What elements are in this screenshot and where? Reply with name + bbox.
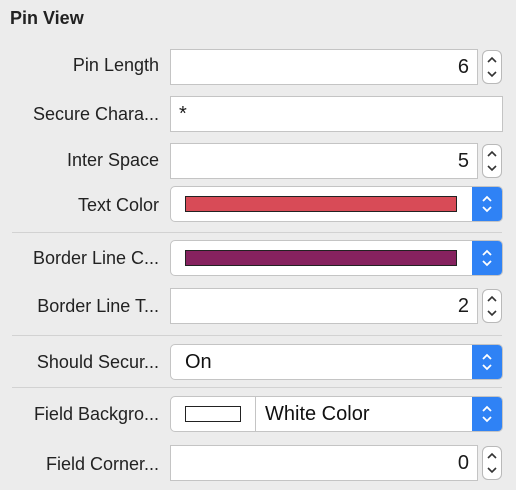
should-secure-label: Should Secur... (36, 352, 159, 372)
pin-length-field[interactable]: 6 (170, 49, 478, 85)
should-secure-value: On (185, 351, 212, 373)
text-color-popup[interactable] (170, 186, 503, 222)
field-corner-field[interactable]: 0 (170, 445, 478, 481)
border-line-color-swatch (185, 250, 457, 266)
inter-space-stepper[interactable] (482, 144, 502, 178)
stepper-up-icon[interactable] (483, 51, 501, 67)
inter-space-label: Inter Space (66, 150, 159, 170)
secure-character-field[interactable]: * (170, 96, 503, 132)
should-secure-popup[interactable]: On (170, 344, 503, 380)
stepper-down-icon[interactable] (483, 463, 501, 479)
popup-divider (255, 397, 256, 431)
field-background-swatch (185, 406, 241, 422)
border-line-thickness-field[interactable]: 2 (170, 288, 478, 324)
text-color-label: Text Color (77, 195, 159, 215)
stepper-up-icon[interactable] (483, 447, 501, 463)
field-corner-stepper[interactable] (482, 446, 502, 480)
stepper-up-icon[interactable] (483, 290, 501, 306)
inter-space-field[interactable]: 5 (170, 143, 478, 179)
stepper-up-icon[interactable] (483, 145, 501, 161)
divider (12, 387, 502, 388)
popup-arrows-icon[interactable] (472, 241, 502, 275)
secure-character-label: Secure Chara... (32, 104, 159, 124)
stepper-down-icon[interactable] (483, 67, 501, 83)
popup-arrows-icon[interactable] (472, 187, 502, 221)
field-corner-label: Field Corner... (45, 454, 159, 474)
stepper-down-icon[interactable] (483, 161, 501, 177)
pin-length-stepper[interactable] (482, 50, 502, 84)
field-background-value: White Color (265, 403, 370, 425)
pin-length-label: Pin Length (72, 55, 159, 75)
section-title: Pin View (10, 8, 84, 28)
border-line-thickness-stepper[interactable] (482, 289, 502, 323)
field-background-label: Field Backgro... (33, 404, 159, 424)
divider (12, 335, 502, 336)
border-line-color-label: Border Line C... (32, 248, 159, 268)
stepper-down-icon[interactable] (483, 306, 501, 322)
border-line-color-popup[interactable] (170, 240, 503, 276)
popup-arrows-icon[interactable] (472, 345, 502, 379)
divider (12, 232, 502, 233)
popup-arrows-icon[interactable] (472, 397, 502, 431)
text-color-swatch (185, 196, 457, 212)
border-line-thickness-label: Border Line T... (37, 296, 159, 316)
field-background-popup[interactable]: White Color (170, 396, 503, 432)
